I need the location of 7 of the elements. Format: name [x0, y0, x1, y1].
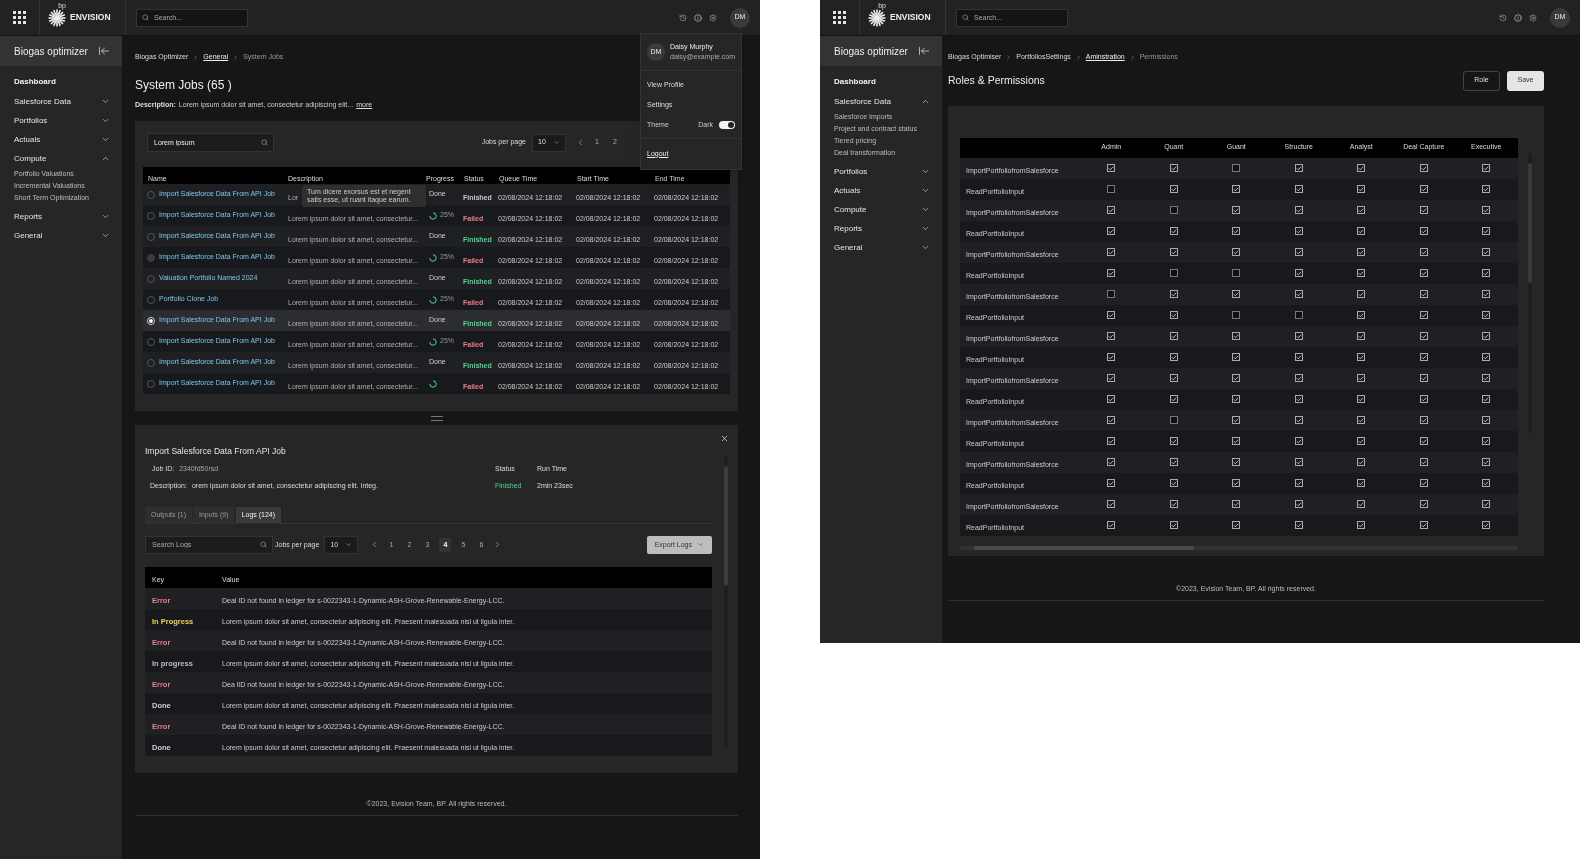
brand-name: ENVISION [70, 11, 111, 24]
sidebar-title: Biogas optimizer [14, 44, 88, 59]
brand-name: ENVISION [890, 11, 931, 24]
sidebar-title: Biogas optimizer [834, 44, 908, 59]
page-title: Roles & Permissions [948, 72, 1045, 88]
details-title: Import Salesforce Data From API Job [145, 445, 286, 458]
page-title: System Jobs (65 ) [135, 76, 232, 94]
